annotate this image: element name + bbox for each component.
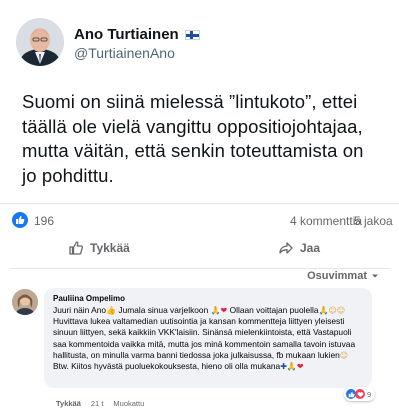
chevron-down-icon [372, 274, 378, 278]
tweet-author-handle[interactable]: @TurtiainenAno [74, 45, 175, 61]
like-button-label: Tykkää [90, 241, 130, 255]
pray-icon: 🙏 [286, 362, 297, 372]
comment-like-link[interactable]: Tykkää [56, 399, 81, 408]
sort-label: Osuvimmat [307, 270, 367, 282]
comment-text-part: Huvittava lukea valtamedian uutisointia … [53, 316, 356, 360]
tweet-text-line: täällä ole vielä vangittu oppositiojohta… [22, 115, 363, 137]
finland-flag-icon [184, 29, 200, 40]
thumbs-up-emoji-icon: 👍 [106, 306, 117, 315]
commenter-avatar[interactable] [12, 289, 38, 315]
pray-icon: 🙏 [318, 306, 329, 315]
finland-flag-icon: ✚ [280, 362, 287, 372]
shares-count[interactable]: 5 jakoa [354, 214, 393, 228]
author-avatar[interactable] [16, 18, 64, 66]
smile-icon: ☺☺ [328, 306, 346, 315]
reaction-count: 9 [367, 389, 372, 399]
comment-text: Juuri näin Ano👍 Jumala sinua varjelkoon … [53, 305, 363, 372]
heart-icon [355, 389, 365, 399]
author-name-text: Ano Turtiainen [74, 26, 179, 43]
tweet-text-line: Suomi on siinä mielessä ”lintukoto”, ett… [22, 91, 358, 112]
post-stats-row: 196 4 kommenttia 5 jakoa [0, 203, 399, 235]
thumbs-up-icon [12, 212, 28, 228]
tweet-text: Suomi on siinä mielessä ”lintukoto”, ett… [22, 90, 394, 188]
comments-count[interactable]: 4 kommenttia [290, 214, 362, 228]
divider [10, 268, 390, 269]
comment-text-part: Btw. Kiitos hyvästä puoluekokouksesta, h… [53, 361, 281, 372]
like-count[interactable]: 196 [34, 214, 54, 228]
share-button[interactable]: Jaa [278, 240, 320, 256]
comment-meta: Tykkää 21 t Muokattu [56, 399, 144, 408]
comment-text-part: Jumala sinua varjelkoon [116, 305, 211, 315]
share-arrow-icon [279, 242, 293, 254]
smile-icon: ☺ [339, 350, 349, 360]
tweet-text-line: mutta väitän, että senkin toteuttamista … [22, 140, 364, 161]
pray-icon: 🙏 [210, 306, 221, 315]
embedded-tweet: Ano Turtiainen @TurtiainenAno Suomi on s… [0, 0, 399, 200]
tweet-text-line: jo pohdittu. [22, 164, 114, 186]
tweet-author-name[interactable]: Ano Turtiainen [74, 26, 200, 43]
comment-reactions[interactable]: 9 [344, 387, 376, 401]
comment-author[interactable]: Pauliina Ompelimo [53, 293, 363, 305]
comment-sort-dropdown[interactable]: Osuvimmat [307, 270, 379, 282]
comment-bubble: Pauliina Ompelimo Juuri näin Ano👍 Jumala… [44, 288, 372, 388]
heart-icon: ❤ [296, 362, 304, 372]
post-actions: Tykkää Jaa [0, 236, 399, 266]
comment-timestamp[interactable]: 21 t [91, 399, 104, 408]
comment-text-part: Ollaan voittajan puolella [227, 305, 319, 315]
comment-text-part: Juuri näin Ano [53, 305, 107, 315]
share-button-label: Jaa [300, 241, 321, 255]
comment-edited-label: Muokattu [113, 399, 145, 408]
like-button[interactable]: Tykkää [68, 240, 130, 256]
thumbs-up-icon [69, 241, 84, 255]
